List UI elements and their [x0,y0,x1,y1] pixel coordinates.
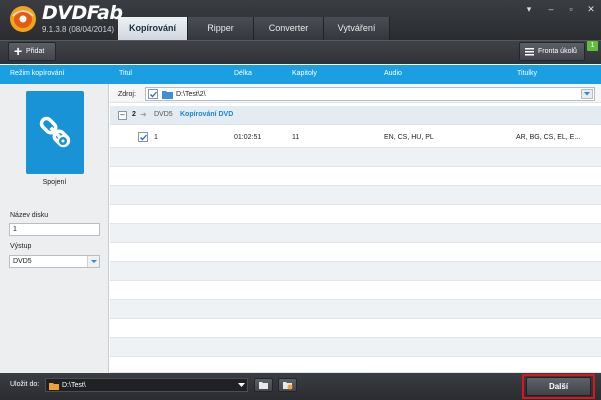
dvdfab-logo-icon [10,6,36,32]
title-chapters: 11 [292,134,300,141]
next-button[interactable]: Další [526,377,591,396]
plus-icon: + [14,43,23,59]
group-format: DVD5 [154,111,173,118]
empty-row [110,186,601,205]
source-dropdown-arrow[interactable] [581,89,593,99]
empty-row [110,262,601,281]
column-audio[interactable]: Audio [384,70,402,77]
group-number: 2 [132,111,136,118]
settings-icon[interactable]: ▾ [522,4,536,15]
column-title[interactable]: Titul [119,70,132,77]
column-chapters[interactable]: Kapitoly [292,70,317,77]
source-label: Zdroj: [118,91,136,98]
empty-row [110,300,601,319]
source-select[interactable]: D:\Test\2\ [145,87,595,101]
maximize-icon[interactable]: ▫ [564,4,578,14]
copy-mode-name: Spojení [42,179,67,186]
disc-name-label: Název disku [10,212,49,219]
save-path-value: D:\Test\ [62,382,86,389]
output-select[interactable]: DVD5 [9,255,100,268]
queue-count-badge: 1 [587,41,598,51]
column-subtitles[interactable]: Titulky [517,70,537,77]
task-queue-label: Fronta úkolů [538,48,577,55]
save-to-label: Uložit do: [10,381,40,388]
empty-row [110,167,601,186]
collapse-icon[interactable]: – [118,111,127,120]
empty-row [110,338,601,357]
output-label: Výstup [10,243,32,250]
output-value: DVD5 [13,258,32,265]
group-mode: Kopírování DVD [180,111,234,118]
title-number: 1 [154,134,158,141]
tab-converter[interactable]: Converter [254,17,324,40]
source-checkbox[interactable] [148,89,158,99]
title-subtitles[interactable]: AR, BG, CS, EL, E... [516,134,580,141]
browse-folder-button[interactable] [254,378,273,392]
list-icon [525,48,534,56]
empty-row [110,357,601,373]
iso-folder-button[interactable] [278,378,297,392]
disc-folder-icon [283,382,293,390]
save-path-select[interactable]: D:\Test\ [45,378,248,392]
empty-row [110,319,601,338]
folder-icon [162,91,173,99]
tab-creator[interactable]: Vytváření [324,17,390,40]
minimize-icon[interactable]: – [544,4,558,14]
empty-row [110,148,601,167]
disc-name-input[interactable]: 1 [9,223,100,236]
title-length: 01:02:51 [234,134,262,141]
add-button-label: Přidat [26,48,45,55]
close-icon[interactable]: ✕ [584,4,598,15]
column-mode: Režim kopírování [10,70,65,77]
tab-ripper[interactable]: Ripper [188,17,254,40]
folder-icon [49,383,59,390]
open-folder-icon [259,382,268,389]
chevron-down-icon[interactable] [87,256,99,267]
tab-copy[interactable]: Kopírování [118,17,188,40]
merge-link-icon [39,116,71,148]
column-length[interactable]: Délka [234,70,252,77]
task-queue-button[interactable]: Fronta úkolů [519,42,585,61]
empty-row [110,243,601,262]
empty-row [110,281,601,300]
title-checkbox[interactable] [138,132,148,142]
app-version: 9.1.3.8 (08/04/2014) [42,25,115,34]
title-audio[interactable]: EN, CS, HU, PL [384,134,434,141]
empty-row [110,205,601,224]
chevron-down-icon[interactable] [238,383,245,388]
arrow-right-icon: ➜ [140,110,147,119]
add-button[interactable]: + Přidat [8,42,56,61]
empty-row [110,224,601,243]
toolbar [0,40,601,64]
copy-mode-tile[interactable] [26,91,84,174]
column-header-row: Režim kopírování Titul Délka Kapitoly Au… [0,65,601,84]
source-path: D:\Test\2\ [176,91,206,98]
app-brand: DVDFab [42,2,123,24]
